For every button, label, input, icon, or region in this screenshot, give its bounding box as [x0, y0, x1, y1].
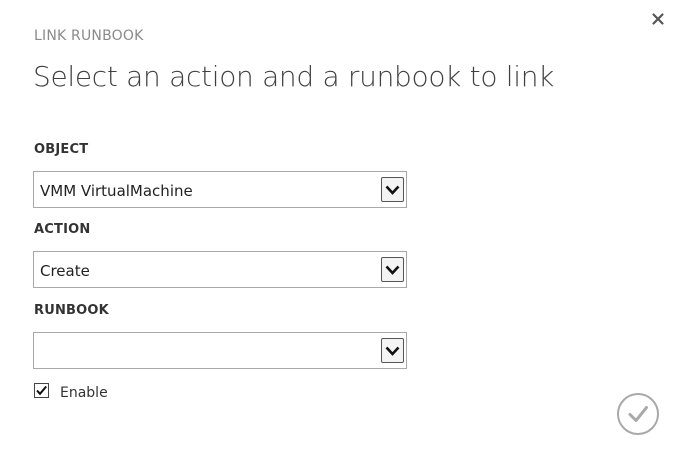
confirm-button[interactable] [617, 393, 659, 435]
checkmark-icon [628, 406, 648, 422]
action-select-value: Create [40, 262, 90, 280]
chevron-down-icon [385, 185, 400, 195]
runbook-select[interactable] [33, 332, 407, 369]
object-select-value: VMM VirtualMachine [40, 182, 193, 200]
dialog-heading: Select an action and a runbook to link [33, 60, 555, 93]
object-select[interactable]: VMM VirtualMachine [33, 171, 407, 208]
link-runbook-dialog: LINK RUNBOOK Select an action and a runb… [0, 0, 680, 460]
close-button[interactable] [650, 11, 666, 27]
object-label: OBJECT [34, 142, 89, 157]
enable-checkbox-label: Enable [60, 385, 108, 401]
checkmark-icon [36, 385, 47, 396]
runbook-dropdown-button[interactable] [381, 338, 404, 363]
chevron-down-icon [385, 346, 400, 356]
action-select[interactable]: Create [33, 251, 407, 288]
close-icon [652, 13, 664, 25]
chevron-down-icon [385, 265, 400, 275]
action-dropdown-button[interactable] [381, 257, 404, 282]
enable-checkbox[interactable] [34, 383, 49, 398]
action-label: ACTION [34, 222, 91, 237]
object-dropdown-button[interactable] [381, 177, 404, 202]
dialog-eyebrow: LINK RUNBOOK [34, 28, 144, 44]
runbook-label: RUNBOOK [34, 303, 109, 318]
